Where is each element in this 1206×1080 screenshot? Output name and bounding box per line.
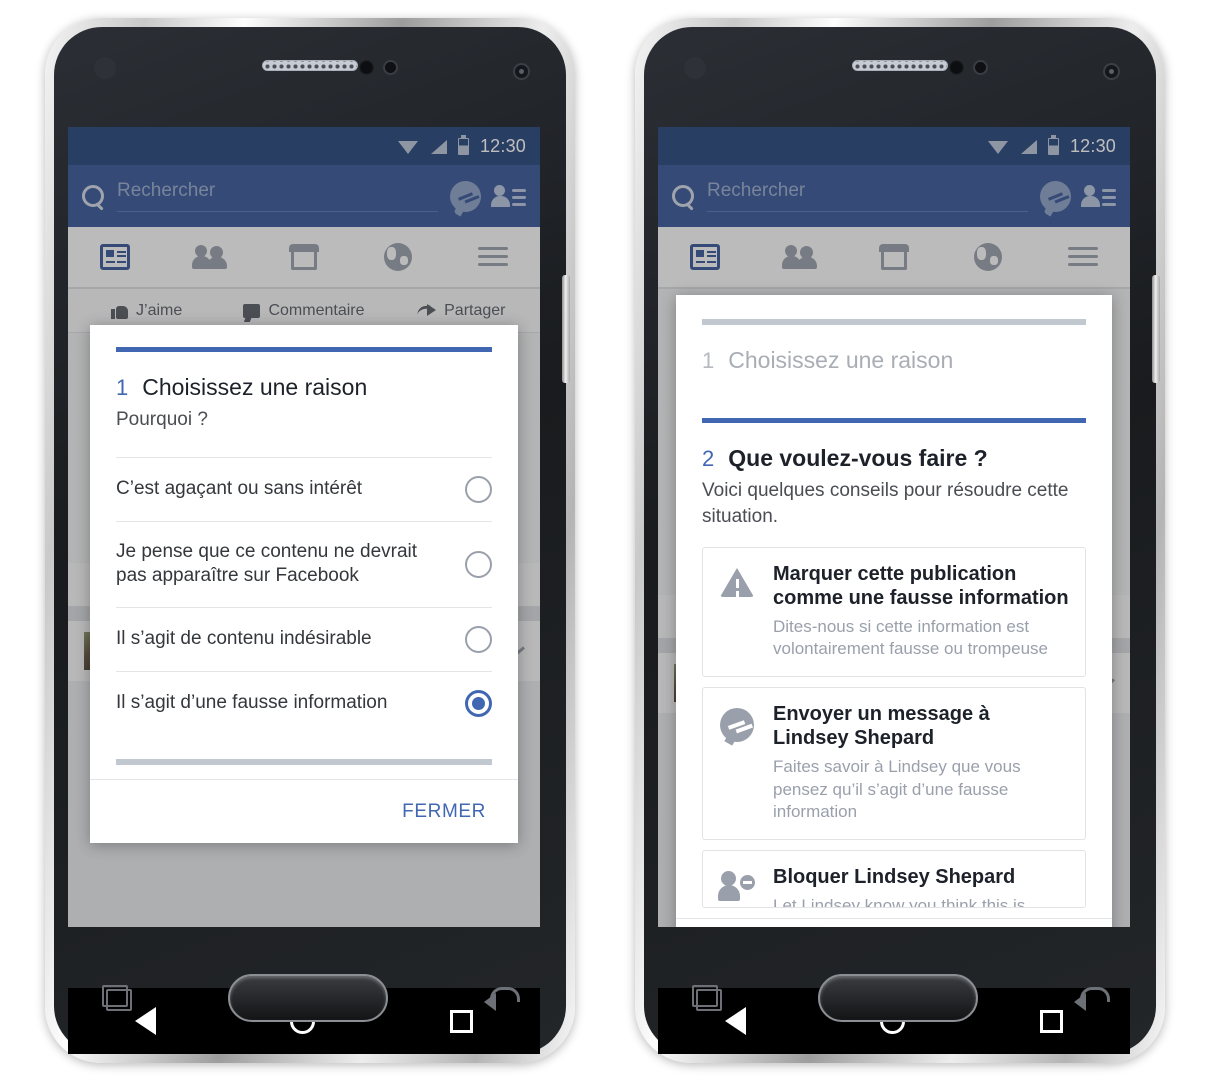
step1-number: 1	[702, 348, 715, 373]
card-title: Envoyer un message à Lindsey Shepard	[773, 703, 990, 750]
front-camera-icon	[1103, 63, 1120, 80]
report-dialog-step1: 1 Choisissez une raison Pourquoi ? C’est…	[90, 325, 518, 844]
reason-option[interactable]: Il s’agit de contenu indésirable	[116, 607, 492, 671]
phone-body: 12:30 Rechercher	[54, 27, 570, 1054]
radio-button[interactable]	[465, 626, 492, 654]
card-title: Marquer cette publication comme une faus…	[773, 563, 1069, 610]
power-button[interactable]	[1152, 275, 1160, 383]
dialog-actions: FERMER	[90, 779, 518, 843]
step1-title: Choisissez une raison	[142, 374, 368, 400]
report-dialog-step2: 1 Choisissez une raison 2 Que voulez-vou…	[676, 295, 1112, 927]
proximity-sensor-icon	[684, 57, 706, 79]
card-description: Let Lindsey know you think this is	[773, 895, 1026, 908]
step1-number: 1	[116, 375, 129, 400]
radio-button[interactable]	[465, 475, 492, 503]
sensor-dot-icon	[973, 60, 988, 75]
reason-option-selected[interactable]: Il s’agit d’une fausse information	[116, 671, 492, 735]
action-card-report-false-news[interactable]: Marquer cette publication comme une faus…	[702, 547, 1086, 678]
step2-header: 2 Que voulez-vous faire ?	[702, 423, 1086, 472]
sensor-dot-icon	[359, 60, 374, 75]
step2-number: 2	[702, 446, 715, 471]
reason-label: Il s’agit de contenu indésirable	[116, 628, 372, 650]
hw-recents-icon[interactable]	[102, 985, 132, 1011]
action-card-message-user[interactable]: Envoyer un message à Lindsey Shepard Fai…	[702, 687, 1086, 840]
earpiece-grille	[262, 60, 358, 71]
hw-back-icon[interactable]	[1074, 985, 1110, 1011]
card-description: Faites savoir à Lindsey que vous pensez …	[773, 757, 1021, 821]
hw-home-button[interactable]	[818, 974, 978, 1022]
phone-right: 12:30 Rechercher 1 Choisissez une raison…	[635, 18, 1165, 1063]
power-button[interactable]	[562, 275, 570, 383]
step1-subtitle: Pourquoi ?	[116, 409, 208, 430]
proximity-sensor-icon	[94, 57, 116, 79]
reason-options: C’est agaçant ou sans intérêt Je pense q…	[116, 456, 492, 735]
radio-button[interactable]	[465, 550, 492, 578]
action-card-block-user[interactable]: Bloquer Lindsey Shepard Let Lindsey know…	[702, 849, 1086, 908]
hw-back-icon[interactable]	[484, 985, 520, 1011]
messenger-icon	[717, 702, 757, 822]
reason-label: C’est agaçant ou sans intérêt	[116, 477, 363, 499]
warning-triangle-icon	[717, 562, 757, 660]
step1-header-collapsed[interactable]: 1 Choisissez une raison	[702, 325, 1086, 374]
card-description: Dites-nous si cette information est volo…	[773, 617, 1048, 659]
sensor-dot-icon	[949, 60, 964, 75]
hardware-button-row	[644, 968, 1156, 1028]
reason-label: Il s’agit d’une fausse information	[116, 692, 388, 714]
front-camera-icon	[513, 63, 530, 80]
phone-left: 12:30 Rechercher J’aime Commentaire Part…	[45, 18, 575, 1063]
hardware-button-row	[54, 968, 566, 1028]
reason-option[interactable]: Je pense que ce contenu ne devrait pas a…	[116, 520, 492, 607]
phone-body: 12:30 Rechercher	[644, 27, 1160, 1054]
block-user-icon	[717, 865, 757, 901]
earpiece-grille	[852, 60, 948, 71]
screenshot-stage: 12:30 Rechercher J’aime Commentaire Part…	[0, 0, 1206, 1080]
radio-button-selected[interactable]	[465, 690, 492, 718]
action-card-list: Marquer cette publication comme une faus…	[702, 547, 1086, 908]
reason-label: Je pense que ce contenu ne devrait pas a…	[116, 540, 418, 587]
step2-title: Que voulez-vous faire ?	[728, 445, 988, 471]
reason-option[interactable]: C’est agaçant ou sans intérêt	[116, 456, 492, 521]
dialog-actions: RETOUR FERMER	[676, 917, 1112, 927]
hw-home-button[interactable]	[228, 974, 388, 1022]
sensor-dot-icon	[383, 60, 398, 75]
step2-subtitle: Voici quelques conseils pour résoudre ce…	[702, 480, 1069, 527]
phone-screen-right: 12:30 Rechercher 1 Choisissez une raison…	[658, 127, 1130, 927]
close-button[interactable]: FERMER	[402, 801, 486, 823]
step1-title: Choisissez une raison	[728, 347, 954, 373]
card-title: Bloquer Lindsey Shepard	[773, 865, 1016, 888]
phone-screen-left: 12:30 Rechercher J’aime Commentaire Part…	[68, 127, 540, 927]
hw-recents-icon[interactable]	[692, 985, 722, 1011]
step1-header: 1 Choisissez une raison	[116, 352, 492, 401]
